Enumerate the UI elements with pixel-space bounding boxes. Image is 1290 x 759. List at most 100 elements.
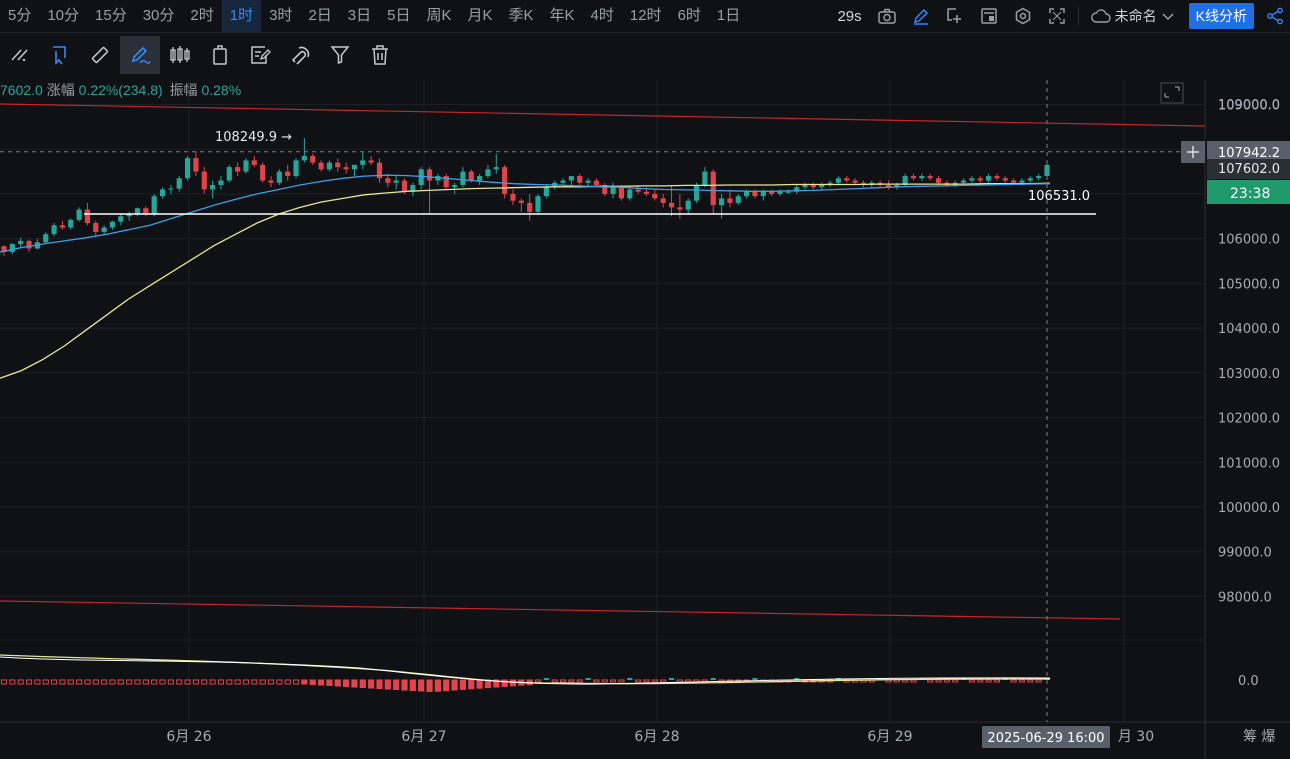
candle-body — [84, 209, 91, 224]
macd-bar — [943, 679, 950, 683]
candle-body — [243, 160, 249, 172]
candle-body — [218, 180, 224, 185]
candle-body — [969, 178, 975, 181]
macd-bar — [910, 679, 917, 683]
candle-body — [1019, 180, 1025, 183]
macd-bar — [451, 679, 458, 691]
macd-bar — [643, 679, 650, 683]
macd-bar — [368, 679, 375, 689]
macd-bar — [660, 679, 667, 683]
y-tick-label: 104000.0 — [1218, 322, 1280, 337]
macd-bar — [1010, 679, 1017, 683]
candle-body — [910, 176, 917, 179]
candle-body — [643, 191, 650, 194]
candle-body — [1011, 180, 1017, 183]
candle-body — [368, 160, 374, 163]
candle-body — [59, 225, 65, 228]
macd-bar — [968, 679, 975, 683]
candle-body — [335, 162, 341, 168]
candle-body — [510, 193, 516, 201]
support-label: 106531.0 — [1028, 189, 1090, 204]
candle-body — [785, 191, 791, 193]
candle-body — [810, 184, 816, 188]
macd-bar — [601, 679, 608, 683]
candle-body — [9, 244, 15, 253]
candle-body — [693, 184, 700, 201]
macd-bar — [635, 679, 642, 683]
candle-body — [960, 180, 967, 183]
y-tick-label: 99000.0 — [1218, 546, 1272, 561]
macd-bar — [534, 679, 542, 683]
candle-body — [51, 225, 57, 235]
macd-bar — [401, 679, 408, 691]
candle-body — [118, 216, 124, 222]
candle-body — [385, 178, 391, 183]
candle-body — [109, 221, 116, 228]
candle-body — [769, 191, 775, 194]
x-tick-label: 6月 27 — [401, 729, 446, 745]
candle-body — [326, 162, 333, 170]
candle-body — [593, 180, 600, 185]
y-tick-label: 98000.0 — [1218, 590, 1272, 605]
candle-body — [26, 240, 32, 249]
candle-body — [752, 191, 758, 197]
macd-bar — [309, 679, 316, 685]
candle-body — [101, 227, 107, 232]
macd-bar — [426, 679, 433, 692]
macd-bar — [459, 679, 467, 690]
y-tick-label: 105000.0 — [1218, 277, 1280, 292]
macd-bar — [710, 678, 716, 680]
macd-bar — [167, 679, 174, 685]
candle-body — [493, 167, 499, 170]
candle-body — [802, 184, 808, 188]
macd-bar — [543, 678, 549, 680]
candle-body — [260, 164, 266, 181]
candle-body — [577, 176, 583, 183]
macd-bar — [418, 679, 425, 692]
candle-body — [134, 208, 141, 215]
macd-bar — [752, 678, 758, 680]
macd-bar — [359, 679, 366, 688]
bottom-right-label: 筹 爆 — [1243, 728, 1275, 745]
candle-body — [343, 167, 349, 170]
candle-body — [760, 191, 766, 197]
price-chart[interactable]: 109000.0107000.0106000.0105000.0104000.0… — [0, 0, 1290, 759]
candle-body — [677, 207, 683, 210]
candle-body — [235, 167, 241, 172]
candle-body — [293, 160, 299, 177]
macd-bar — [627, 678, 633, 680]
macd-bar — [468, 679, 475, 690]
macd-bar — [301, 679, 308, 685]
candle-body — [401, 180, 408, 192]
candle-body — [468, 171, 474, 181]
candle-body — [93, 223, 99, 232]
macd-bar — [902, 679, 909, 683]
macd-bar — [217, 679, 225, 685]
macd-bar — [34, 679, 41, 685]
crosshair-time-label: 2025-06-29 16:00 — [987, 731, 1104, 746]
candle-body — [1002, 178, 1008, 181]
macd-dea-line — [0, 654, 1051, 685]
candle-body — [460, 171, 466, 185]
macd-bar — [92, 679, 99, 685]
candle-body — [168, 188, 174, 190]
macd-bar — [343, 679, 350, 687]
macd-bar — [585, 678, 591, 680]
candle-body — [485, 169, 491, 177]
macd-bar — [351, 679, 358, 688]
candle-body — [660, 198, 666, 203]
candle-body — [919, 176, 925, 179]
macd-bar — [267, 679, 275, 685]
macd-bar — [292, 679, 300, 685]
candle-body — [18, 240, 24, 245]
macd-bar — [142, 679, 149, 685]
y-tick-label-top: 109000.0 — [1218, 98, 1280, 113]
macd-bar — [192, 679, 199, 685]
macd-bar — [676, 679, 683, 683]
candle-body — [276, 171, 282, 183]
ma-slow-line — [0, 182, 1051, 379]
macd-bar — [668, 678, 675, 680]
macd-bar — [593, 679, 600, 683]
high-marker-label: 108249.9 → — [215, 130, 292, 145]
candle-body — [268, 180, 274, 183]
